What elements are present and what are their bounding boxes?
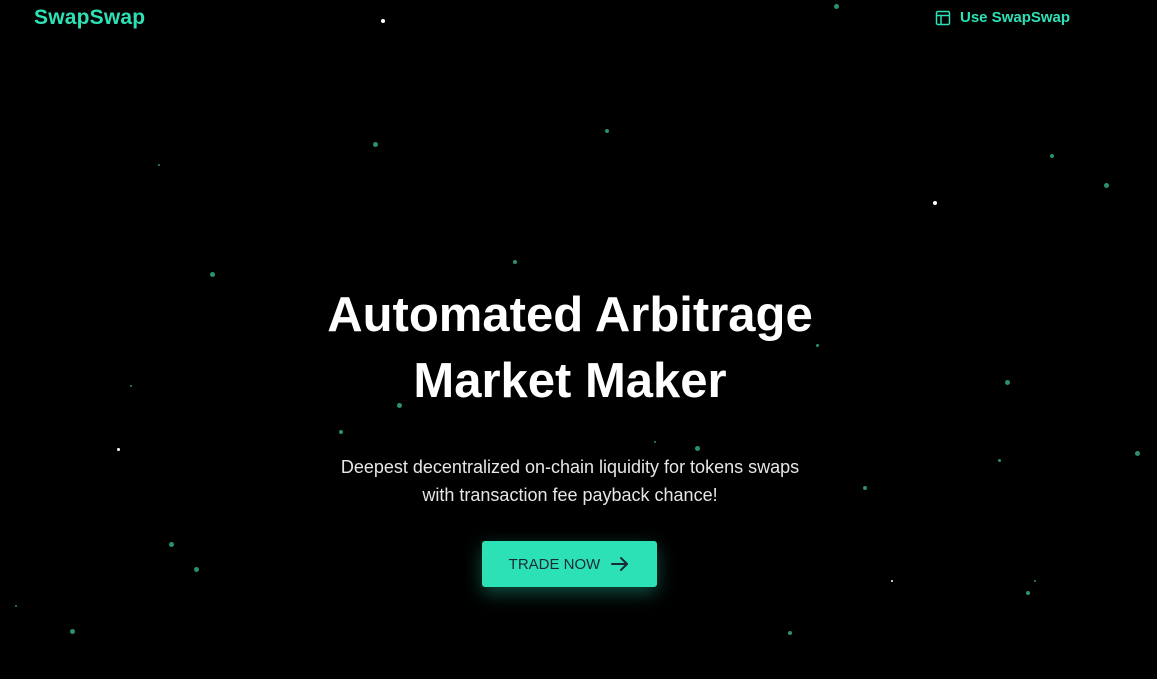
hero-subtitle: Deepest decentralized on-chain liquidity… — [0, 453, 1140, 509]
star-dot — [833, 3, 839, 9]
use-app-link[interactable]: Use SwapSwap — [935, 9, 1070, 26]
trade-now-label: TRADE NOW — [508, 555, 601, 573]
hero-subtitle-line-1: Deepest decentralized on-chain liquidity… — [340, 457, 800, 477]
star-dot — [891, 580, 893, 582]
star-dot — [1034, 580, 1036, 582]
star-dot — [372, 141, 378, 147]
star-dot — [933, 201, 937, 205]
landing-page: SwapSwap Use SwapSwap Automated Arbitrag… — [0, 0, 1157, 679]
star-dot — [116, 447, 120, 451]
layout-icon — [935, 10, 951, 26]
hero-title-line-1: Automated Arbitrage — [327, 288, 813, 342]
star-dot — [193, 566, 199, 572]
star-dot — [1026, 591, 1030, 595]
star-dot — [1103, 182, 1109, 188]
hero-title: Automated Arbitrage Market Maker — [0, 282, 1140, 414]
brand-logo[interactable]: SwapSwap — [34, 6, 145, 30]
use-app-label: Use SwapSwap — [960, 9, 1071, 26]
star-dot — [654, 441, 656, 443]
trade-now-button[interactable]: TRADE NOW — [482, 541, 657, 587]
hero-subtitle-line-2: with transaction fee payback chance! — [422, 485, 718, 505]
star-dot — [513, 260, 517, 264]
star-dot — [605, 129, 609, 133]
star-dot — [1050, 154, 1054, 158]
star-dot — [694, 445, 700, 451]
arrow-right-icon — [610, 556, 630, 572]
star-dot — [788, 631, 792, 635]
star-dot — [381, 19, 385, 23]
hero-title-line-2: Market Maker — [413, 354, 727, 408]
star-dot — [15, 605, 17, 607]
star-dot — [168, 541, 174, 547]
star-dot — [69, 628, 75, 634]
star-dot — [339, 430, 343, 434]
star-dot — [209, 271, 215, 277]
star-dot — [158, 164, 160, 166]
